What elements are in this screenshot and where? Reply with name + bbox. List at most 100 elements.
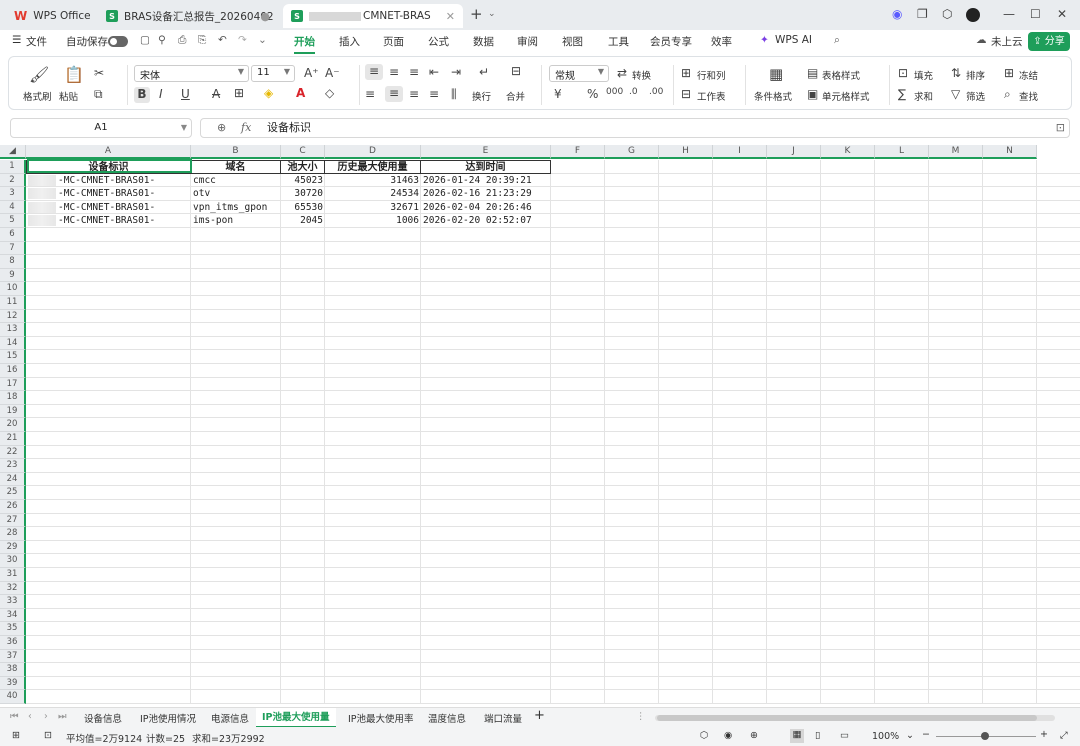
horizontal-scrollbar[interactable] xyxy=(655,715,1055,721)
pool-size-cell[interactable]: 30720 xyxy=(281,187,325,201)
formula-input[interactable]: ⊕ fx 设备标识 ⊡ xyxy=(200,118,1070,138)
header-cell[interactable]: 达到时间 xyxy=(421,160,551,174)
zoom-slider[interactable] xyxy=(936,732,1036,740)
row-header[interactable]: 23 xyxy=(0,459,26,473)
minimize-icon[interactable]: — xyxy=(1003,7,1015,21)
conditional-format-button[interactable]: 条件格式 xyxy=(754,89,792,103)
currency-icon[interactable]: ¥ xyxy=(554,87,562,101)
close-tab-icon[interactable]: ● xyxy=(260,10,270,23)
menu-member[interactable]: 会员专享 xyxy=(650,34,692,49)
increase-font-icon[interactable]: A⁺ xyxy=(304,66,319,80)
zoom-level[interactable]: 100% xyxy=(872,731,899,742)
protect-icon[interactable]: ⬡ xyxy=(700,730,708,741)
sum-button[interactable]: 求和 xyxy=(914,89,933,103)
cell-style-button[interactable]: 单元格样式 xyxy=(822,89,870,103)
row-header[interactable]: 17 xyxy=(0,377,26,392)
clear-format-icon[interactable]: ◇ xyxy=(325,86,334,100)
row-header[interactable]: 3 xyxy=(0,187,26,201)
zoom-in-icon[interactable]: + xyxy=(1040,729,1048,740)
reach-time-cell[interactable]: 2026-02-16 21:23:29 xyxy=(421,187,551,201)
decrease-decimal-icon[interactable]: .00 xyxy=(649,87,663,97)
cut-icon[interactable]: ✂ xyxy=(94,66,104,80)
macro-icon[interactable]: ⊞ xyxy=(12,730,20,741)
header-cell[interactable]: 域名 xyxy=(191,160,281,174)
decrease-font-icon[interactable]: A⁻ xyxy=(325,66,340,80)
domain-cell[interactable]: cmcc xyxy=(191,174,281,188)
row-header[interactable]: 9 xyxy=(0,268,26,283)
accessibility-icon[interactable]: ⊡ xyxy=(44,730,52,741)
row-header[interactable]: 38 xyxy=(0,663,26,677)
row-header[interactable]: 8 xyxy=(0,255,26,269)
menu-efficiency[interactable]: 效率 xyxy=(711,34,732,49)
strikethrough-icon[interactable]: A xyxy=(212,87,220,101)
header-cell[interactable]: 池大小 xyxy=(281,160,325,174)
avatar[interactable] xyxy=(966,8,980,22)
print-preview-icon[interactable]: ⎘ xyxy=(198,34,206,47)
domain-cell[interactable]: ims-pon xyxy=(191,214,281,228)
close-tab-icon[interactable]: ✕ xyxy=(446,10,455,23)
indent-decrease-icon[interactable]: ⇤ xyxy=(429,65,439,79)
maximize-icon[interactable]: ☐ xyxy=(1030,7,1041,21)
window-restore-icon[interactable]: ❐ xyxy=(917,7,928,21)
merge-icon[interactable]: ⊟ xyxy=(511,64,521,78)
freeze-button[interactable]: 冻结 xyxy=(1019,68,1038,82)
border-icon[interactable]: ⊞ xyxy=(234,86,244,100)
row-header[interactable]: 14 xyxy=(0,336,26,351)
font-color-icon[interactable]: A xyxy=(296,86,305,100)
row-header[interactable]: 15 xyxy=(0,350,26,364)
expand-formula-icon[interactable]: ⊡ xyxy=(1056,119,1065,137)
reach-time-cell[interactable]: 2026-02-20 02:52:07 xyxy=(421,214,551,228)
column-header-M[interactable]: M xyxy=(929,145,983,159)
device-id-cell[interactable]: -MC-CMNET-BRAS01- xyxy=(26,174,191,188)
menu-tools[interactable]: 工具 xyxy=(608,34,629,49)
sheet-tab[interactable]: IP池最大使用量 xyxy=(256,708,336,728)
pool-size-cell[interactable]: 65530 xyxy=(281,201,325,215)
domain-cell[interactable]: vpn_itms_gpon xyxy=(191,201,281,215)
distribute-icon[interactable]: ⫼ xyxy=(451,87,457,102)
row-col-button[interactable]: 行和列 xyxy=(697,68,726,82)
sheet-tab[interactable]: 端口流量 xyxy=(484,711,522,725)
thousands-icon[interactable]: 000 xyxy=(606,87,623,97)
align-bottom-icon[interactable]: ≡ xyxy=(409,65,419,79)
font-size-select[interactable]: 11 ▼ xyxy=(251,65,295,82)
device-id-cell[interactable]: -MC-CMNET-BRAS01- xyxy=(26,201,191,215)
name-box[interactable]: A1 ▼ xyxy=(10,118,192,138)
align-center-icon[interactable]: ≡ xyxy=(385,86,403,102)
filter-button[interactable]: 筛选 xyxy=(966,89,985,103)
max-usage-cell[interactable]: 1006 xyxy=(325,214,421,228)
row-header[interactable]: 40 xyxy=(0,690,26,704)
zoom-slider-thumb[interactable] xyxy=(981,732,989,740)
row-header[interactable]: 2 xyxy=(0,173,26,188)
justify-icon[interactable]: ≡ xyxy=(429,87,439,101)
close-window-icon[interactable]: ✕ xyxy=(1057,7,1067,21)
new-tab-button[interactable]: + xyxy=(470,5,483,23)
align-left-icon[interactable]: ≡ xyxy=(365,87,375,101)
column-header-N[interactable]: N xyxy=(983,145,1037,159)
row-header[interactable]: 34 xyxy=(0,608,26,623)
row-header[interactable]: 16 xyxy=(0,364,26,378)
menu-review[interactable]: 审阅 xyxy=(517,34,538,49)
row-header[interactable]: 7 xyxy=(0,241,26,256)
cloud-status[interactable]: 未上云 xyxy=(991,34,1023,49)
column-header-L[interactable]: L xyxy=(875,145,929,159)
row-header[interactable]: 29 xyxy=(0,540,26,555)
wps-home-tab[interactable]: W WPS Office xyxy=(6,4,94,28)
hamburger-icon[interactable]: ☰ xyxy=(12,34,21,46)
menu-wps-ai[interactable]: WPS AI xyxy=(775,34,812,46)
row-header[interactable]: 13 xyxy=(0,323,26,337)
sort-button[interactable]: 排序 xyxy=(966,68,985,82)
row-header[interactable]: 4 xyxy=(0,200,26,215)
column-header-E[interactable]: E xyxy=(421,145,551,159)
eye-icon[interactable]: ◉ xyxy=(724,730,732,741)
redo-icon[interactable]: ↷ xyxy=(238,34,247,46)
undo-icon[interactable]: ↶ xyxy=(218,34,227,46)
row-header[interactable]: 26 xyxy=(0,500,26,514)
row-header[interactable]: 39 xyxy=(0,676,26,691)
page-break-icon[interactable]: ▭ xyxy=(840,730,849,741)
column-header-A[interactable]: A xyxy=(26,145,191,159)
row-header[interactable]: 22 xyxy=(0,445,26,460)
tab-list-icon[interactable]: ⌄ xyxy=(488,9,496,19)
pool-size-cell[interactable]: 45023 xyxy=(281,174,325,188)
menu-file[interactable]: 文件 xyxy=(26,34,47,49)
pool-size-cell[interactable]: 2045 xyxy=(281,214,325,228)
